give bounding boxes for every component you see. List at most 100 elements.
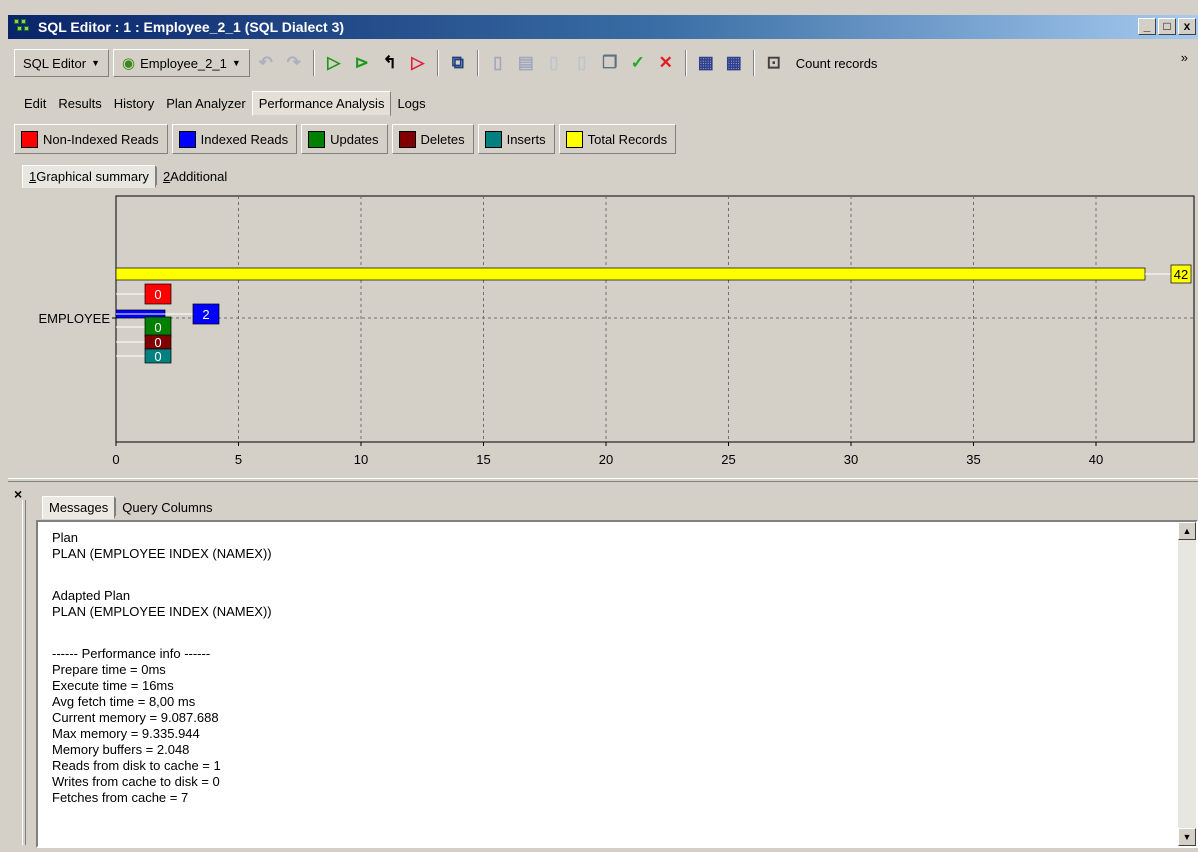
commit-icon[interactable]: ✓ bbox=[626, 50, 650, 76]
toolbar-separator bbox=[436, 50, 439, 76]
splitter[interactable] bbox=[8, 478, 1198, 482]
minimize-button[interactable]: _ bbox=[1138, 18, 1156, 35]
data-label: 2 bbox=[202, 307, 209, 322]
legend-indexed-reads[interactable]: Indexed Reads bbox=[171, 124, 298, 154]
data-label: 0 bbox=[154, 287, 161, 302]
app-icon bbox=[14, 19, 32, 35]
execute-icon[interactable]: ▷ bbox=[322, 50, 346, 76]
toolbar-overflow-button[interactable]: » bbox=[1181, 50, 1188, 65]
data-label: 0 bbox=[154, 349, 161, 364]
legend-total-records[interactable]: Total Records bbox=[558, 124, 677, 154]
x-tick-label: 20 bbox=[599, 452, 613, 467]
execute-script-icon[interactable]: ⊳ bbox=[350, 50, 374, 76]
open-query-icon[interactable]: ▤ bbox=[514, 50, 538, 76]
maximize-button[interactable]: □ bbox=[1158, 18, 1176, 35]
tab-performance-analysis[interactable]: Performance Analysis bbox=[251, 90, 392, 116]
database-label: Employee_2_1 bbox=[140, 55, 227, 71]
legend-bar: Non-Indexed Reads Indexed Reads Updates … bbox=[14, 123, 677, 155]
editor-tabs: Edit Results History Plan Analyzer Perfo… bbox=[18, 90, 432, 116]
legend-label: Indexed Reads bbox=[200, 131, 289, 147]
main-toolbar: SQL Editor ▼ ◉ Employee_2_1 ▼ ↶ ↷ ▷ ⊳ ↰ … bbox=[14, 46, 1198, 80]
data-label: 0 bbox=[154, 335, 161, 350]
scroll-down-button[interactable]: ▼ bbox=[1178, 828, 1196, 846]
legend-label: Total Records bbox=[587, 131, 668, 147]
undo-icon[interactable]: ↶ bbox=[254, 50, 278, 76]
bar bbox=[115, 267, 1146, 281]
window-title-bar[interactable]: SQL Editor : 1 : Employee_2_1 (SQL Diale… bbox=[8, 15, 1198, 39]
form-view-icon[interactable]: ▦ bbox=[722, 50, 746, 76]
vertical-scrollbar[interactable]: ▲ ▼ bbox=[1178, 522, 1196, 846]
grid-view-icon[interactable]: ▦ bbox=[694, 50, 718, 76]
performance-chart: 0 5 10 15 20 25 30 35 40 EMPLOYEE 42 0 2 0 0 0 bbox=[8, 190, 1198, 475]
tab-label: Graphical summary bbox=[36, 168, 149, 184]
x-tick-label: 25 bbox=[721, 452, 735, 467]
legend-swatch bbox=[308, 130, 326, 148]
plot-area bbox=[115, 195, 1195, 443]
message-line: ------ Performance info ------ bbox=[52, 646, 211, 661]
legend-inserts[interactable]: Inserts bbox=[477, 124, 555, 154]
database-dropdown[interactable]: ◉ Employee_2_1 ▼ bbox=[113, 49, 250, 77]
y-tick-label: EMPLOYEE bbox=[38, 311, 110, 326]
message-line: Execute time = 16ms bbox=[52, 678, 174, 693]
lock-icon[interactable]: ⊡ bbox=[762, 50, 786, 76]
message-line: Prepare time = 0ms bbox=[52, 662, 166, 677]
panel-grip bbox=[22, 500, 26, 845]
tab-results[interactable]: Results bbox=[52, 92, 107, 115]
tab-logs[interactable]: Logs bbox=[391, 92, 431, 115]
x-tick-label: 30 bbox=[844, 452, 858, 467]
message-line: Adapted Plan bbox=[52, 588, 131, 603]
sql-editor-dropdown[interactable]: SQL Editor ▼ bbox=[14, 49, 110, 77]
tab-edit[interactable]: Edit bbox=[18, 92, 52, 115]
x-tick-label: 5 bbox=[235, 452, 242, 467]
bottom-tabs: Messages Query Columns bbox=[42, 494, 219, 520]
save-query-icon[interactable]: ▯ bbox=[542, 50, 566, 76]
window-title: SQL Editor : 1 : Employee_2_1 (SQL Diale… bbox=[38, 19, 345, 35]
sql-editor-label: SQL Editor bbox=[23, 55, 87, 71]
tab-plan-analyzer[interactable]: Plan Analyzer bbox=[160, 92, 252, 115]
count-records-button[interactable]: Count records bbox=[796, 56, 878, 71]
legend-non-indexed-reads[interactable]: Non-Indexed Reads bbox=[14, 124, 168, 154]
paste-icon[interactable]: ❐ bbox=[598, 50, 622, 76]
rollback-icon[interactable]: ✕ bbox=[654, 50, 678, 76]
new-query-icon[interactable]: ▯ bbox=[486, 50, 510, 76]
tab-messages[interactable]: Messages bbox=[42, 495, 116, 519]
tab-additional[interactable]: 2Additional bbox=[157, 166, 233, 187]
x-tick-label: 10 bbox=[354, 452, 368, 467]
bar-chart-svg: 0 5 10 15 20 25 30 35 40EMPLOYEE4202000 bbox=[38, 195, 1195, 467]
message-line: Plan bbox=[52, 530, 79, 545]
legend-updates[interactable]: Updates bbox=[301, 124, 388, 154]
legend-swatch bbox=[21, 130, 38, 148]
x-tick-label: 0 bbox=[112, 452, 119, 467]
legend-swatch bbox=[484, 130, 502, 148]
x-tick-label: 15 bbox=[476, 452, 490, 467]
tab-history[interactable]: History bbox=[108, 92, 160, 115]
toolbar-separator bbox=[476, 50, 479, 76]
data-label: 0 bbox=[154, 320, 161, 335]
close-panel-button[interactable]: × bbox=[14, 486, 22, 502]
message-line: Max memory = 9.335.944 bbox=[52, 726, 200, 741]
legend-label: Updates bbox=[330, 131, 379, 147]
tab-query-columns[interactable]: Query Columns bbox=[116, 497, 218, 518]
database-icon: ◉ bbox=[122, 55, 136, 72]
legend-label: Inserts bbox=[506, 131, 546, 147]
chevron-down-icon: ▼ bbox=[231, 58, 241, 68]
toolbar-separator bbox=[312, 50, 315, 76]
close-button[interactable]: x bbox=[1178, 18, 1196, 35]
message-line: Current memory = 9.087.688 bbox=[52, 710, 219, 725]
message-line: Writes from cache to disk = 0 bbox=[52, 774, 220, 789]
toolbar-separator bbox=[684, 50, 687, 76]
legend-label: Non-Indexed Reads bbox=[43, 131, 159, 147]
run-debug-icon[interactable]: ▷ bbox=[406, 50, 430, 76]
legend-swatch bbox=[178, 130, 196, 148]
scroll-up-button[interactable]: ▲ bbox=[1178, 522, 1196, 540]
copy-icon[interactable]: ▯ bbox=[570, 50, 594, 76]
message-line: Fetches from cache = 7 bbox=[52, 790, 189, 805]
step-into-icon[interactable]: ↰ bbox=[378, 50, 402, 76]
legend-swatch bbox=[398, 130, 416, 148]
prepare-icon[interactable]: ⧉ bbox=[446, 50, 470, 76]
messages-panel[interactable]: Plan PLAN (EMPLOYEE INDEX (NAMEX)) Adapt… bbox=[36, 520, 1198, 848]
legend-deletes[interactable]: Deletes bbox=[391, 124, 474, 154]
redo-icon[interactable]: ↷ bbox=[282, 50, 306, 76]
legend-label: Deletes bbox=[420, 131, 465, 147]
tab-graphical-summary[interactable]: 1Graphical summary bbox=[22, 164, 156, 188]
